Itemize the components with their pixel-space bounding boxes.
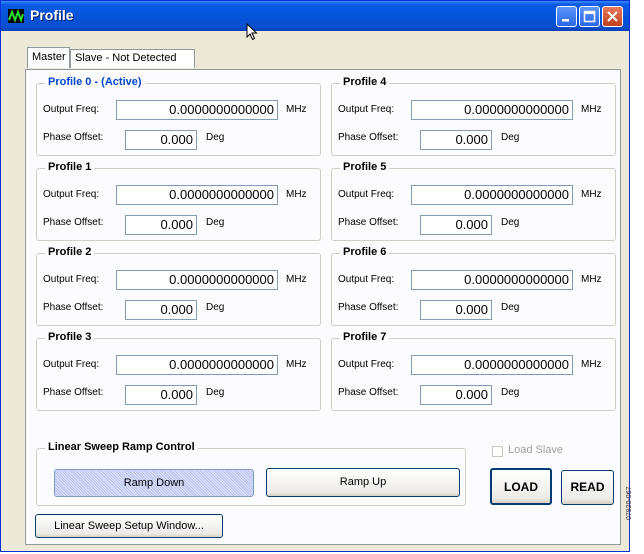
output-freq-label: Output Freq: — [338, 274, 395, 285]
phase-offset-field[interactable]: 0.000 — [125, 300, 197, 320]
phase-offset-label: Phase Offset: — [338, 217, 399, 228]
load-slave-checkbox[interactable] — [492, 446, 503, 457]
output-freq-label: Output Freq: — [43, 189, 100, 200]
profile-title: Profile 0 - (Active) — [45, 76, 145, 88]
freq-unit-label: MHz — [286, 189, 307, 200]
phase-offset-label: Phase Offset: — [338, 132, 399, 143]
ramp-down-button[interactable]: Ramp Down — [54, 469, 254, 497]
load-slave-label: Load Slave — [508, 444, 564, 456]
phase-offset-field[interactable]: 0.000 — [420, 385, 492, 405]
profile-title: Profile 1 — [45, 161, 95, 173]
output-freq-field[interactable]: 0.0000000000000 — [411, 100, 573, 120]
freq-unit-label: MHz — [286, 104, 307, 115]
phase-offset-label: Phase Offset: — [338, 387, 399, 398]
freq-unit-label: MHz — [581, 104, 602, 115]
figure-number: 07920-067 — [626, 486, 633, 520]
profile-title: Profile 6 — [340, 246, 390, 258]
profile-group-5: Profile 5 Output Freq: 0.0000000000000 MHz P… — [331, 161, 616, 241]
output-freq-label: Output Freq: — [338, 189, 395, 200]
phase-offset-label: Phase Offset: — [43, 132, 104, 143]
ramp-control-group: Linear Sweep Ramp Control Ramp Down Ramp… — [36, 441, 466, 506]
profile-group-6: Profile 6 Output Freq: 0.0000000000000 MHz P… — [331, 246, 616, 326]
minimize-button[interactable] — [556, 6, 577, 27]
phase-unit-label: Deg — [206, 217, 225, 228]
phase-offset-label: Phase Offset: — [338, 302, 399, 313]
output-freq-field[interactable]: 0.0000000000000 — [411, 270, 573, 290]
profile-group-2: Profile 2 Output Freq: 0.0000000000000 MHz P… — [36, 246, 321, 326]
close-button[interactable] — [602, 6, 623, 27]
phase-offset-field[interactable]: 0.000 — [420, 215, 492, 235]
window-title: Profile — [30, 7, 74, 23]
profile-group-1: Profile 1 Output Freq: 0.0000000000000 MHz P… — [36, 161, 321, 241]
phase-offset-field[interactable]: 0.000 — [420, 300, 492, 320]
master-tab-panel: Profile 0 - (Active) Output Freq: 0.000000… — [25, 69, 621, 545]
ramp-up-button[interactable]: Ramp Up — [266, 468, 460, 497]
output-freq-label: Output Freq: — [338, 359, 395, 370]
freq-unit-label: MHz — [286, 359, 307, 370]
freq-unit-label: MHz — [286, 274, 307, 285]
phase-offset-field[interactable]: 0.000 — [125, 130, 197, 150]
profile-group-4: Profile 4 Output Freq: 0.0000000000000 MHz P… — [331, 76, 616, 156]
profile-title: Profile 2 — [45, 246, 95, 258]
tab-master[interactable]: Master — [27, 47, 70, 68]
phase-offset-label: Phase Offset: — [43, 387, 104, 398]
read-button[interactable]: READ — [561, 470, 614, 505]
waveform-icon — [8, 9, 24, 23]
freq-unit-label: MHz — [581, 274, 602, 285]
output-freq-field[interactable]: 0.0000000000000 — [116, 100, 278, 120]
maximize-button[interactable] — [579, 6, 600, 27]
load-button[interactable]: LOAD — [490, 468, 552, 505]
title-bar[interactable]: Profile — [1, 1, 629, 31]
output-freq-label: Output Freq: — [43, 104, 100, 115]
profile-title: Profile 5 — [340, 161, 390, 173]
phase-offset-label: Phase Offset: — [43, 302, 104, 313]
output-freq-field[interactable]: 0.0000000000000 — [411, 355, 573, 375]
phase-offset-field[interactable]: 0.000 — [420, 130, 492, 150]
profile-title: Profile 4 — [340, 76, 390, 88]
output-freq-field[interactable]: 0.0000000000000 — [411, 185, 573, 205]
phase-unit-label: Deg — [206, 387, 225, 398]
output-freq-field[interactable]: 0.0000000000000 — [116, 270, 278, 290]
profile-title: Profile 7 — [340, 331, 390, 343]
phase-offset-label: Phase Offset: — [43, 217, 104, 228]
tab-slave[interactable]: Slave - Not Detected — [70, 49, 195, 68]
freq-unit-label: MHz — [581, 189, 602, 200]
profile-group-3: Profile 3 Output Freq: 0.0000000000000 MHz P… — [36, 331, 321, 411]
phase-unit-label: Deg — [206, 302, 225, 313]
ramp-control-title: Linear Sweep Ramp Control — [45, 441, 198, 453]
linear-sweep-setup-button[interactable]: Linear Sweep Setup Window... — [35, 514, 223, 538]
profile-group-7: Profile 7 Output Freq: 0.0000000000000 MHz P… — [331, 331, 616, 411]
phase-unit-label: Deg — [501, 217, 520, 228]
mouse-pointer-icon — [246, 22, 258, 44]
profile-window: Profile Master Slave - Not Detected Prof… — [0, 0, 630, 552]
phase-unit-label: Deg — [206, 132, 225, 143]
phase-unit-label: Deg — [501, 387, 520, 398]
output-freq-label: Output Freq: — [43, 274, 100, 285]
phase-unit-label: Deg — [501, 132, 520, 143]
output-freq-field[interactable]: 0.0000000000000 — [116, 185, 278, 205]
output-freq-field[interactable]: 0.0000000000000 — [116, 355, 278, 375]
phase-offset-field[interactable]: 0.000 — [125, 385, 197, 405]
profile-title: Profile 3 — [45, 331, 95, 343]
freq-unit-label: MHz — [581, 359, 602, 370]
output-freq-label: Output Freq: — [43, 359, 100, 370]
phase-unit-label: Deg — [501, 302, 520, 313]
phase-offset-field[interactable]: 0.000 — [125, 215, 197, 235]
profile-group-0: Profile 0 - (Active) Output Freq: 0.000000… — [36, 76, 321, 156]
output-freq-label: Output Freq: — [338, 104, 395, 115]
